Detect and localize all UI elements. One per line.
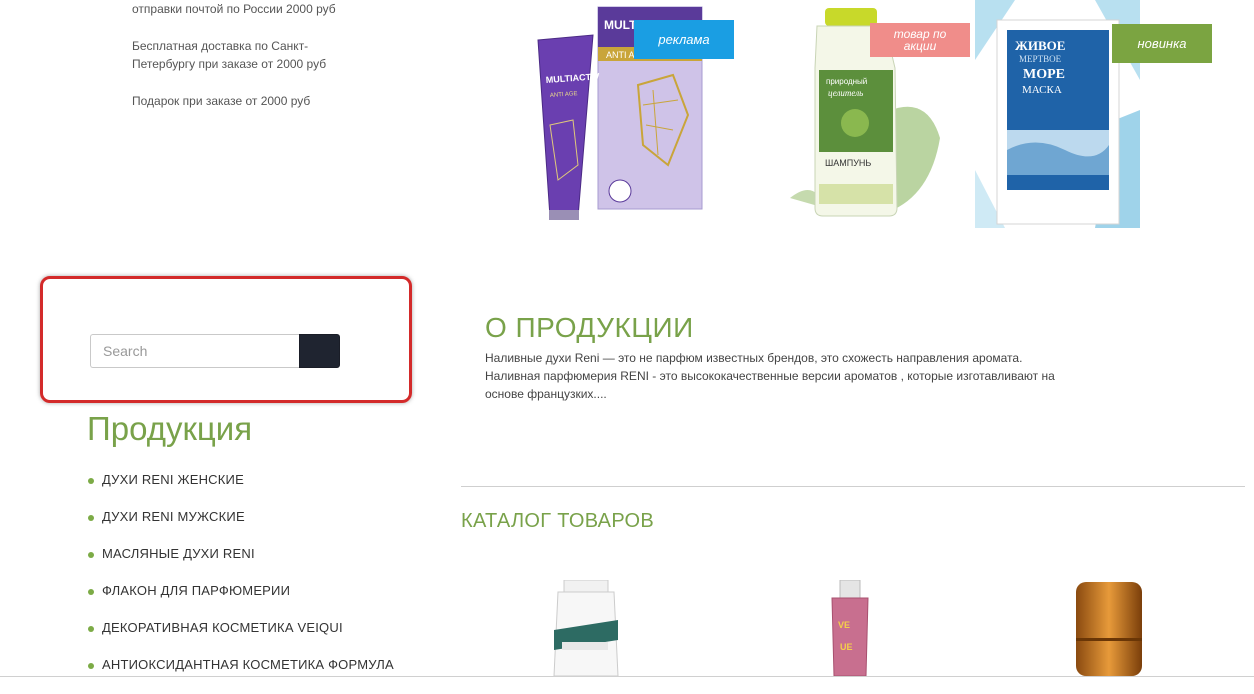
sidebar-item-reni-men[interactable]: ДУХИ RENI МУЖСКИЕ [88,509,394,546]
svg-text:МАСКА: МАСКА [1022,84,1062,96]
svg-text:ШАМПУНЬ: ШАМПУНЬ [825,158,871,168]
sidebar-item-label: ФЛАКОН ДЛЯ ПАРФЮМЕРИИ [102,583,291,598]
search-input[interactable] [90,334,300,368]
sidebar-title: Продукция [87,410,253,447]
svg-text:МЕРТВОЕ: МЕРТВОЕ [1019,54,1062,64]
svg-text:UE: UE [840,642,853,652]
svg-text:МОРЕ: МОРЕ [1023,67,1065,82]
bullet-icon [88,515,94,521]
bullet-icon [88,589,94,595]
shipping-info-line: Подарок при заказе от 2000 руб [132,94,311,108]
sidebar-item-bottles[interactable]: ФЛАКОН ДЛЯ ПАРФЮМЕРИИ [88,583,394,620]
catalog-product-image[interactable]: VE UE [826,580,876,676]
about-text: Наливные духи Reni — это не парфюм извес… [485,351,1055,401]
svg-text:ЖИВОЕ: ЖИВОЕ [1015,38,1065,53]
shipping-info-line: Бесплатная доставка по Санкт-Петербургу … [132,39,327,71]
svg-text:природный: природный [826,77,867,86]
search-button[interactable] [299,334,340,368]
about-title: О ПРОДУКЦИИ [485,312,694,343]
badge-new: новинка [1112,24,1212,63]
catalog-product-image[interactable] [1072,578,1150,676]
sidebar-category-list: ДУХИ RENI ЖЕНСКИЕ ДУХИ RENI МУЖСКИЕ МАСЛ… [88,472,394,694]
sidebar-item-label: МАСЛЯНЫЕ ДУХИ RENI [102,546,255,561]
sidebar-item-label: ДУХИ RENI ЖЕНСКИЕ [102,472,244,487]
bottom-border [0,676,1254,677]
bullet-icon [88,478,94,484]
catalog-title: КАТАЛОГ ТОВАРОВ [461,510,655,532]
bullet-icon [88,663,94,669]
svg-text:VE: VE [838,620,850,630]
bullet-icon [88,552,94,558]
sidebar-item-label: АНТИОКСИДАНТНАЯ КОСМЕТИКА ФОРМУЛА [102,657,394,672]
sidebar-item-veiqui[interactable]: ДЕКОРАТИВНАЯ КОСМЕТИКА VEIQUI [88,620,394,657]
sidebar-item-oil-perfume[interactable]: МАСЛЯНЫЕ ДУХИ RENI [88,546,394,583]
catalog-product-image[interactable] [552,580,622,676]
bullet-icon [88,626,94,632]
shipping-info-line: отправки почтой по России 2000 руб [132,2,336,16]
badge-sale: товар по акции [870,23,970,57]
sidebar-item-reni-women[interactable]: ДУХИ RENI ЖЕНСКИЕ [88,472,394,509]
svg-text:целитель: целитель [828,88,863,98]
sidebar-item-label: ДУХИ RENI МУЖСКИЕ [102,509,245,524]
section-divider [461,486,1245,487]
badge-ad: реклама [634,20,734,59]
sidebar-item-label: ДЕКОРАТИВНАЯ КОСМЕТИКА VEIQUI [102,620,343,635]
